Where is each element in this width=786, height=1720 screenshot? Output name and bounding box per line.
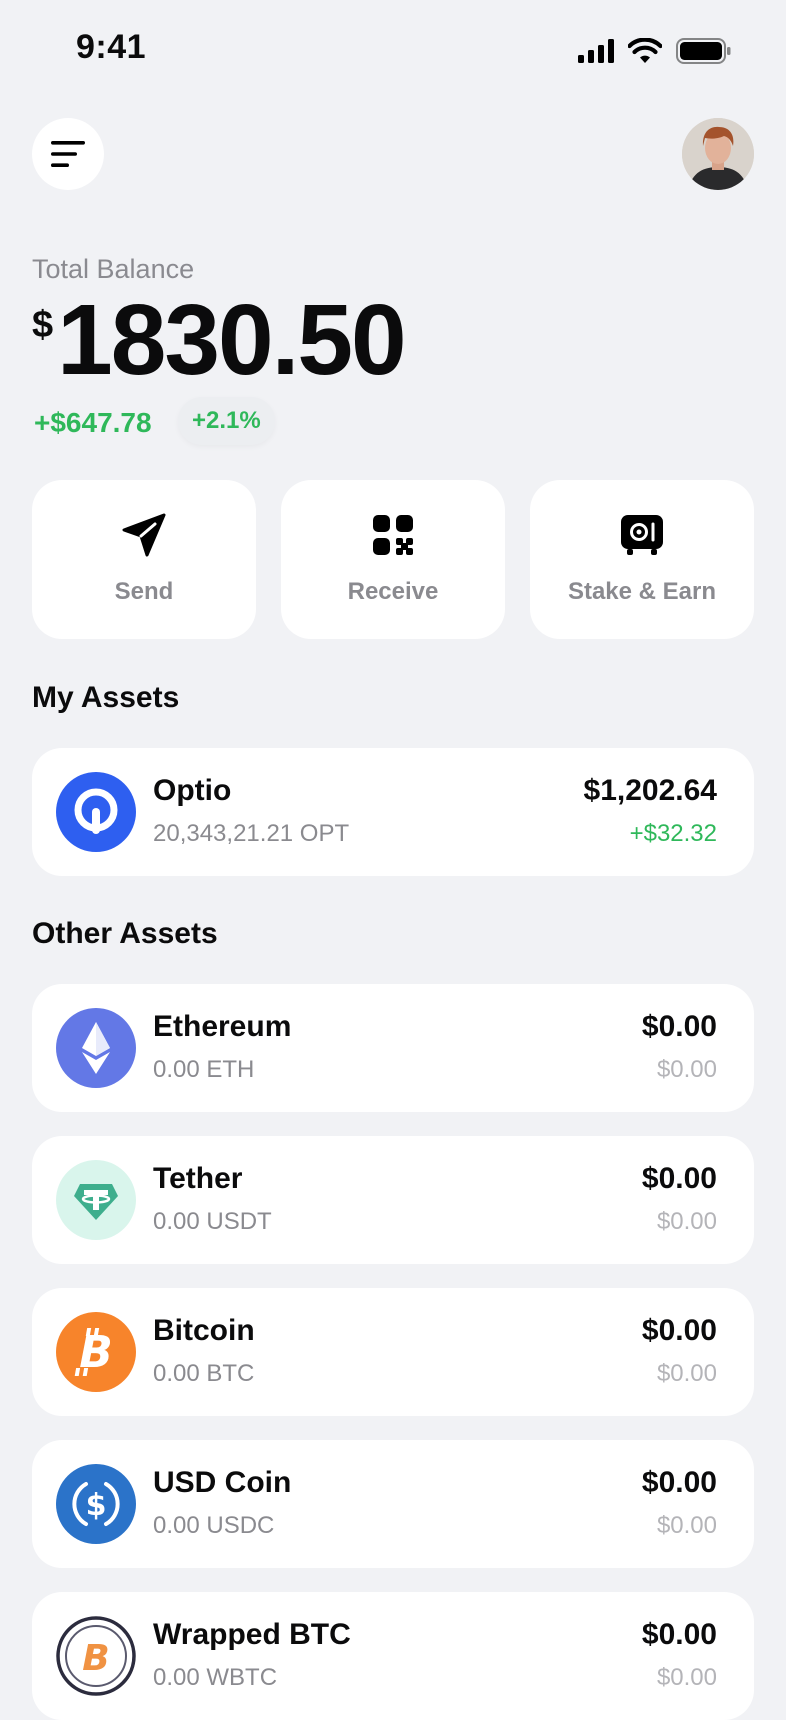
balance-currency: $: [32, 304, 54, 346]
asset-amount: 0.00 USDT: [153, 1208, 272, 1235]
asset-amount: 0.00 WBTC: [153, 1664, 278, 1691]
asset-card-ethereum[interactable]: Ethereum 0.00 ETH $0.00 $0.00: [32, 984, 754, 1112]
profile-photo: [682, 118, 754, 190]
send-label: Send: [114, 578, 174, 605]
asset-name: Ethereum: [153, 1010, 292, 1043]
tether-icon: [56, 1160, 136, 1240]
asset-amount: 0.00 BTC: [153, 1360, 255, 1387]
receive-button[interactable]: Receive: [281, 480, 505, 639]
asset-card-wrapped-btc[interactable]: B Wrapped BTC 0.00 WBTC $0.00 $0.00: [32, 1592, 754, 1720]
avatar[interactable]: [682, 118, 754, 190]
asset-change: $0.00: [656, 1512, 717, 1539]
menu-button[interactable]: [32, 118, 104, 190]
vault-icon: [621, 515, 663, 555]
asset-name: Tether: [153, 1162, 243, 1195]
asset-name: Bitcoin: [153, 1314, 255, 1347]
optio-icon: [56, 772, 136, 852]
asset-value: $0.00: [641, 1618, 717, 1651]
asset-card-usd-coin[interactable]: $ USD Coin 0.00 USDC $0.00 $0.00: [32, 1440, 754, 1568]
stake-earn-label: Stake & Earn: [567, 578, 717, 605]
svg-text:B: B: [82, 1638, 109, 1679]
asset-name: Wrapped BTC: [153, 1618, 351, 1651]
status-icons: [578, 38, 732, 64]
asset-change: +$32.32: [629, 820, 717, 847]
balance-label: Total Balance: [32, 254, 195, 284]
balance-amount: 1830.50: [57, 284, 406, 396]
status-time: 9:41: [76, 28, 147, 66]
asset-change: $0.00: [656, 1208, 717, 1235]
asset-value: $0.00: [641, 1314, 717, 1347]
wrapped-btc-icon: B: [56, 1616, 136, 1696]
asset-card-tether[interactable]: Tether 0.00 USDT $0.00 $0.00: [32, 1136, 754, 1264]
asset-amount: 0.00 USDC: [153, 1512, 275, 1539]
asset-value: $0.00: [641, 1162, 717, 1195]
asset-amount: 0.00 ETH: [153, 1056, 255, 1083]
asset-change: $0.00: [656, 1664, 717, 1691]
cellular-signal-icon: [578, 39, 614, 63]
asset-value: $0.00: [641, 1010, 717, 1043]
qr-code-icon: [373, 515, 413, 555]
send-icon: [122, 513, 166, 557]
asset-amount: 20,343,21.21 OPT: [153, 820, 350, 847]
wifi-icon: [628, 38, 662, 63]
usd-coin-icon: $: [56, 1464, 136, 1544]
bitcoin-icon: B: [56, 1312, 136, 1392]
other-assets-heading: Other Assets: [32, 917, 218, 950]
receive-label: Receive: [347, 578, 439, 605]
balance-change-percent-badge: +2.1%: [178, 397, 275, 445]
asset-change: $0.00: [656, 1360, 717, 1387]
asset-name: USD Coin: [153, 1466, 292, 1499]
balance-change: +$647.78: [34, 407, 152, 438]
asset-card-bitcoin[interactable]: B Bitcoin 0.00 BTC $0.00 $0.00: [32, 1288, 754, 1416]
asset-value: $0.00: [641, 1466, 717, 1499]
menu-icon: [51, 141, 85, 167]
send-button[interactable]: Send: [32, 480, 256, 639]
asset-card-optio[interactable]: Optio 20,343,21.21 OPT $1,202.64 +$32.32: [32, 748, 754, 876]
svg-text:$: $: [86, 1488, 107, 1523]
ethereum-icon: [56, 1008, 136, 1088]
balance-amount-group: $ 1830.50: [32, 284, 407, 396]
asset-name: Optio: [153, 774, 232, 807]
stake-earn-button[interactable]: Stake & Earn: [530, 480, 754, 639]
battery-icon: [676, 38, 731, 64]
asset-change: $0.00: [656, 1056, 717, 1083]
asset-value: $1,202.64: [583, 774, 717, 807]
my-assets-heading: My Assets: [32, 681, 180, 714]
